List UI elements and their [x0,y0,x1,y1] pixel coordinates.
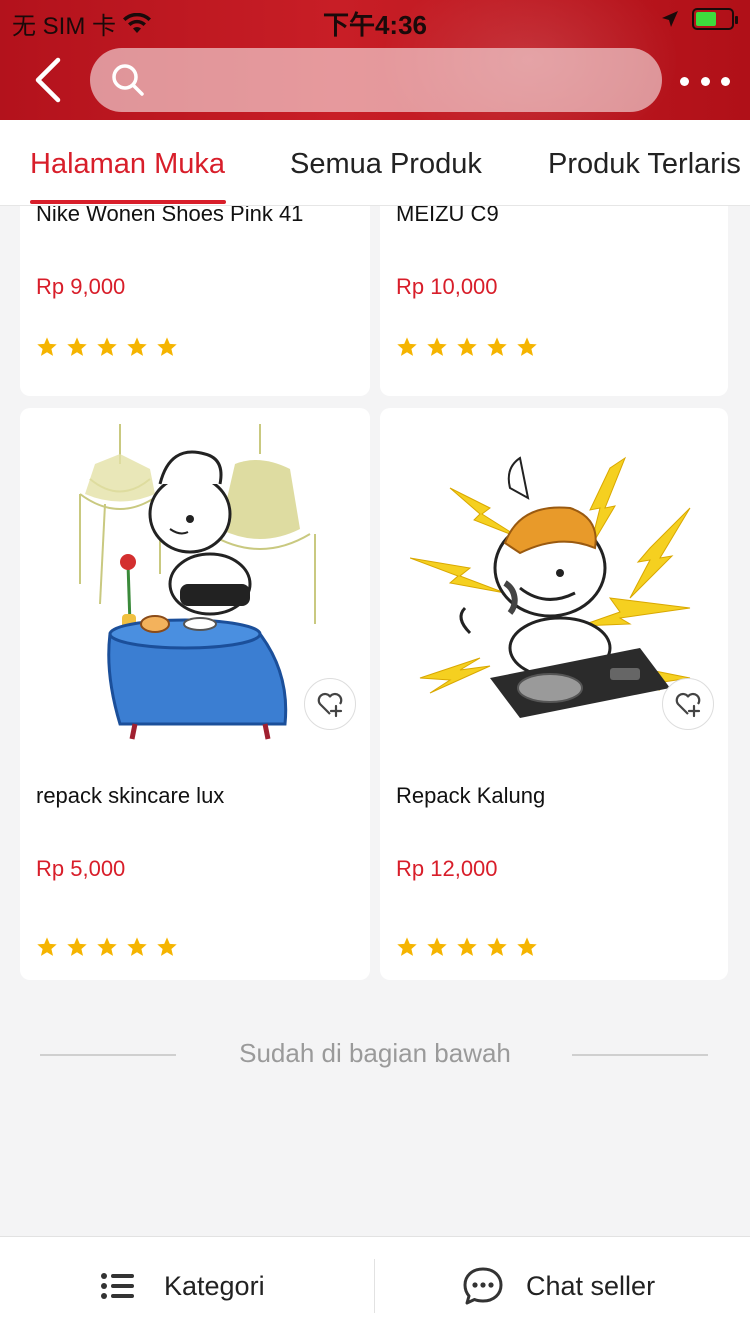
star-icon [457,337,477,356]
product-name: MEIZU C9 [396,206,499,226]
star-icon [397,937,417,956]
rating-stars [396,336,538,358]
tab-halaman-muka[interactable]: Halaman Muka [30,148,225,181]
star-icon [487,337,507,356]
chevron-left-icon [35,57,61,103]
star-icon [67,937,87,956]
active-tab-indicator [30,200,226,204]
category-button[interactable]: Kategori [100,1237,265,1334]
search-input[interactable] [156,48,662,112]
rating-stars [36,936,178,958]
store-tabs: Halaman Muka Semua Produk Produk Terlari… [0,120,750,206]
chat-seller-button[interactable]: Chat seller [462,1237,655,1334]
star-icon [427,937,447,956]
more-dot [721,76,730,86]
product-name: Repack Kalung [396,783,546,808]
star-icon [127,337,147,356]
star-icon [427,337,447,356]
search-bar[interactable] [90,48,662,112]
product-price: Rp 10,000 [396,274,498,299]
product-card[interactable]: Nike Wonen Shoes Pink 41 Rp 9,000 [20,206,370,396]
status-bar: 无 SIM 卡 下午4:36 [0,0,750,40]
divider-right [572,1054,708,1056]
product-name: repack skincare lux [36,783,225,808]
heart-plus-icon [317,692,343,718]
location-arrow-icon [662,11,678,27]
star-icon [67,337,87,356]
star-icon [37,337,57,356]
product-card[interactable]: Repack Kalung Rp 12,000 [380,408,728,980]
more-dot [680,76,689,86]
category-label: Kategori [164,1270,265,1301]
star-icon [157,937,177,956]
bottom-action-bar: Kategori Chat seller [0,1236,750,1334]
star-icon [457,937,477,956]
product-name: Nike Wonen Shoes Pink 41 [36,206,304,226]
star-icon [97,337,117,356]
product-price: Rp 5,000 [36,856,126,881]
product-image [410,456,691,718]
product-grid: Nike Wonen Shoes Pink 41 Rp 9,000 MEIZU … [0,206,750,1236]
star-icon [517,937,537,956]
star-icon [127,937,147,956]
status-right [660,8,738,30]
star-icon [37,937,57,956]
star-icon [397,337,417,356]
heart-plus-icon [675,692,701,718]
back-button[interactable] [30,56,70,104]
chat-bubble-icon [463,1267,503,1305]
app-header: 无 SIM 卡 下午4:36 [0,0,750,120]
rating-stars [36,336,178,358]
more-menu-button[interactable] [680,66,730,96]
star-icon [517,337,537,356]
list-icon [101,1273,134,1299]
star-icon [157,337,177,356]
star-icon [487,937,507,956]
product-price: Rp 12,000 [396,856,498,881]
star-icon [97,937,117,956]
wishlist-button[interactable] [304,678,356,730]
chat-seller-label: Chat seller [526,1270,656,1301]
product-image [79,424,316,740]
product-price: Rp 9,000 [36,274,126,299]
product-card[interactable]: repack skincare lux Rp 5,000 [20,408,370,980]
search-icon [112,64,144,96]
product-card[interactable]: MEIZU C9 Rp 10,000 [380,206,728,396]
tab-produk-terlaris[interactable]: Produk Terlaris [548,148,741,181]
rating-stars [396,936,538,958]
wishlist-button[interactable] [662,678,714,730]
more-dot [700,76,710,86]
battery-icon [692,8,738,30]
tab-semua-produk[interactable]: Semua Produk [290,148,482,181]
status-time: 下午4:36 [322,10,428,40]
bottom-bar-separator [374,1259,375,1313]
